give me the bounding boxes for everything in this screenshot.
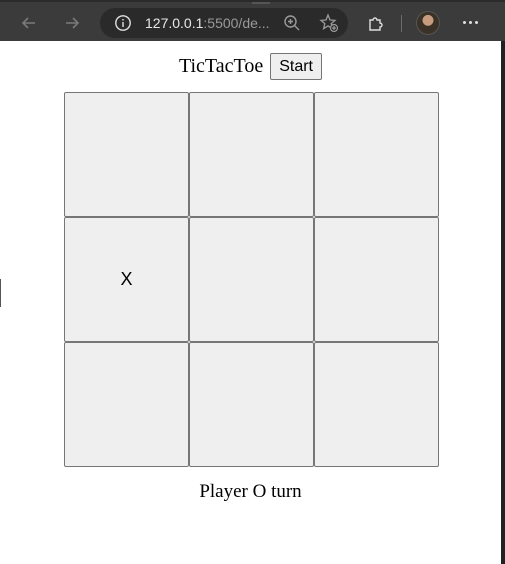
board-cell[interactable] — [314, 92, 439, 217]
board-cell[interactable] — [189, 217, 314, 342]
start-button[interactable]: Start — [270, 53, 322, 80]
window-edge — [501, 41, 505, 564]
forward-button[interactable] — [58, 9, 86, 37]
arrow-left-icon — [21, 17, 35, 29]
board-cell[interactable] — [189, 92, 314, 217]
extensions-icon[interactable] — [366, 13, 386, 33]
address-bar[interactable]: 127.0.0.1:5500/de... — [100, 8, 348, 38]
game-header: TicTacToe Start — [0, 53, 501, 80]
board-cell[interactable] — [314, 217, 439, 342]
url-path: :5500/de... — [203, 15, 270, 31]
info-icon[interactable] — [114, 14, 132, 32]
board-cell[interactable] — [314, 342, 439, 467]
url-host: 127.0.0.1 — [145, 15, 204, 31]
game-board: X — [64, 92, 439, 467]
arrow-right-icon — [66, 17, 80, 29]
board-cell[interactable] — [64, 92, 189, 217]
board-cell[interactable] — [64, 342, 189, 467]
turn-status: Player O turn — [199, 481, 302, 502]
url-text[interactable]: 127.0.0.1:5500/de... — [145, 15, 270, 31]
profile-avatar[interactable] — [416, 11, 440, 35]
edge-marker — [0, 279, 1, 307]
more-options-icon[interactable] — [463, 21, 478, 24]
toolbar-separator — [401, 15, 402, 32]
browser-toolbar: 127.0.0.1:5500/de... — [0, 0, 505, 41]
back-button[interactable] — [15, 9, 43, 37]
board-cell[interactable]: X — [64, 217, 189, 342]
board-cell[interactable] — [189, 342, 314, 467]
tab-indicator — [252, 2, 270, 4]
page-viewport: TicTacToe Start X Player O turn — [0, 41, 501, 564]
zoom-in-icon[interactable] — [283, 14, 301, 32]
page-title: TicTacToe — [178, 55, 264, 77]
add-favorite-icon[interactable] — [319, 13, 339, 33]
